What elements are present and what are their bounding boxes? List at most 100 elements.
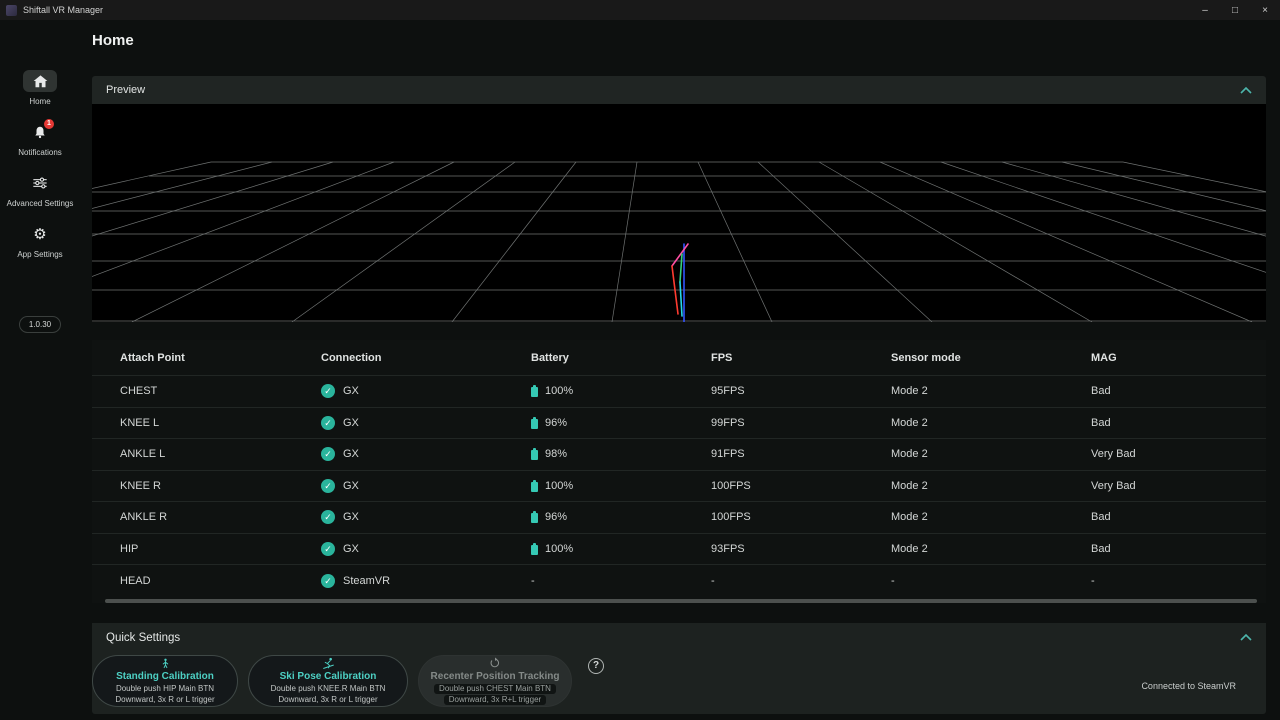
battery-cell: 96%: [531, 511, 711, 523]
qs-button-desc: Double push CHEST Main BTN: [434, 684, 556, 694]
bell-icon: 1: [23, 121, 57, 143]
maximize-button[interactable]: □: [1220, 0, 1250, 20]
attach-point-label: KNEE R: [120, 480, 321, 492]
qs-button-desc: Downward, 3x R+L trigger: [444, 695, 546, 705]
qs-button-label: Recenter Position Tracking: [431, 671, 560, 683]
battery-icon: [531, 419, 538, 429]
connection-cell: ✓ GX: [321, 510, 531, 524]
minimize-button[interactable]: –: [1190, 0, 1220, 20]
column-header-sensor-mode: Sensor mode: [891, 352, 1091, 364]
recenter-position-tracking-button[interactable]: Recenter Position Tracking Double push C…: [418, 655, 572, 707]
collapse-preview-button[interactable]: [1240, 87, 1252, 94]
connection-label: GX: [343, 543, 359, 555]
connected-check-icon: ✓: [321, 574, 335, 588]
home-icon: [23, 70, 57, 92]
attach-point-label: ANKLE R: [120, 511, 321, 523]
sidebar-item-advanced-settings[interactable]: Advanced Settings: [7, 172, 74, 208]
battery-label: 100%: [545, 385, 573, 397]
sensor-mode-label: Mode 2: [891, 385, 1091, 397]
battery-icon: [531, 545, 538, 555]
attach-point-label: HEAD: [120, 575, 321, 587]
close-button[interactable]: ×: [1250, 0, 1280, 20]
sliders-icon: [23, 172, 57, 194]
battery-label: 100%: [545, 543, 573, 555]
titlebar: Shiftall VR Manager – □ ×: [0, 0, 1280, 20]
battery-cell: 100%: [531, 543, 711, 555]
table-row: KNEE L ✓ GX 96% 99FPS Mode 2 Bad: [92, 408, 1266, 440]
table-row: CHEST ✓ GX 100% 95FPS Mode 2 Bad: [92, 376, 1266, 408]
connection-cell: ✓ GX: [321, 542, 531, 556]
column-header-attach-point: Attach Point: [120, 352, 321, 364]
tracker-skeleton: [672, 244, 688, 322]
sensor-mode-label: Mode 2: [891, 448, 1091, 460]
horizontal-scrollbar[interactable]: [105, 599, 1257, 603]
battery-cell: 96%: [531, 417, 711, 429]
connection-cell: ✓ GX: [321, 384, 531, 398]
qs-button-desc: Downward, 3x R or L trigger: [278, 695, 377, 705]
page-title: Home: [92, 32, 1266, 50]
help-icon[interactable]: ?: [588, 658, 604, 674]
sidebar-item-label: Notifications: [18, 148, 62, 157]
qs-button-desc: Double push KNEE.R Main BTN: [271, 684, 386, 694]
connected-check-icon: ✓: [321, 384, 335, 398]
fps-label: 99FPS: [711, 417, 891, 429]
connection-label: GX: [343, 480, 359, 492]
connection-label: GX: [343, 448, 359, 460]
app-logo-icon: [6, 5, 17, 16]
connection-label: GX: [343, 385, 359, 397]
battery-cell: 100%: [531, 385, 711, 397]
person-standing-icon: [160, 657, 171, 670]
mag-label: Bad: [1091, 511, 1266, 523]
tracker-table: Attach Point Connection Battery FPS Sens…: [92, 340, 1266, 603]
column-header-battery: Battery: [531, 352, 711, 364]
window-controls: – □ ×: [1190, 0, 1280, 20]
sensor-mode-label: Mode 2: [891, 480, 1091, 492]
qs-button-desc: Downward, 3x R or L trigger: [115, 695, 214, 705]
fps-label: 93FPS: [711, 543, 891, 555]
connected-check-icon: ✓: [321, 542, 335, 556]
qs-button-label: Standing Calibration: [116, 671, 214, 683]
mag-label: Bad: [1091, 543, 1266, 555]
chevron-up-icon: [1240, 87, 1252, 94]
tracker-table-header: Attach Point Connection Battery FPS Sens…: [92, 340, 1266, 376]
table-row: HIP ✓ GX 100% 93FPS Mode 2 Bad: [92, 534, 1266, 566]
ski-pose-calibration-button[interactable]: Ski Pose Calibration Double push KNEE.R …: [248, 655, 408, 707]
sensor-mode-label: Mode 2: [891, 543, 1091, 555]
qs-button-desc: Double push HIP Main BTN: [116, 684, 214, 694]
chevron-up-icon: [1240, 634, 1252, 641]
sidebar: Home 1 Notifications Advanced Settings ⚙…: [0, 20, 80, 720]
main-content: Home Preview: [80, 20, 1280, 720]
battery-cell: -: [531, 575, 711, 587]
steamvr-connection-status: Connected to SteamVR: [1141, 681, 1236, 691]
column-header-mag: MAG: [1091, 352, 1266, 364]
battery-icon: [531, 513, 538, 523]
connection-label: GX: [343, 417, 359, 429]
standing-calibration-button[interactable]: Standing Calibration Double push HIP Mai…: [92, 655, 238, 707]
battery-icon: [531, 387, 538, 397]
battery-label: 96%: [545, 417, 567, 429]
preview-3d-view: [92, 104, 1266, 322]
sidebar-item-home[interactable]: Home: [23, 70, 57, 106]
fps-label: 91FPS: [711, 448, 891, 460]
sensor-mode-label: Mode 2: [891, 417, 1091, 429]
mag-label: Bad: [1091, 385, 1266, 397]
connection-cell: ✓ GX: [321, 479, 531, 493]
attach-point-label: CHEST: [120, 385, 321, 397]
battery-label: 96%: [545, 511, 567, 523]
connected-check-icon: ✓: [321, 479, 335, 493]
connection-label: GX: [343, 511, 359, 523]
sensor-mode-label: Mode 2: [891, 511, 1091, 523]
battery-label: 100%: [545, 480, 573, 492]
sidebar-item-app-settings[interactable]: ⚙ App Settings: [17, 223, 62, 259]
preview-panel-header: Preview: [92, 76, 1266, 104]
connected-check-icon: ✓: [321, 510, 335, 524]
sensor-mode-label: -: [891, 575, 1091, 587]
sidebar-item-notifications[interactable]: 1 Notifications: [18, 121, 62, 157]
preview-panel: Preview: [92, 76, 1266, 322]
quick-settings-panel: Quick Settings Standing Calibration Doub…: [92, 623, 1266, 714]
window-title: Shiftall VR Manager: [23, 5, 103, 15]
collapse-quick-settings-button[interactable]: [1240, 634, 1252, 641]
qs-button-label: Ski Pose Calibration: [280, 671, 377, 683]
sidebar-item-label: Advanced Settings: [7, 199, 74, 208]
connected-check-icon: ✓: [321, 447, 335, 461]
